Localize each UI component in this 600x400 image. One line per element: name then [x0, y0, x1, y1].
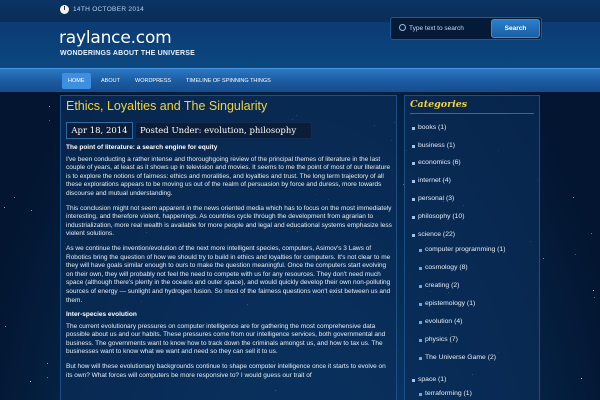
- nav-about[interactable]: ABOUT: [95, 73, 126, 89]
- star: [4, 207, 5, 208]
- post-paragraph: This conclusion might not seem apparent …: [66, 204, 392, 238]
- category-link-economics[interactable]: economics (6): [412, 159, 461, 166]
- star: [573, 197, 574, 198]
- date-display: 14TH OCTOBER 2014: [60, 5, 144, 14]
- nav-wordpress[interactable]: WORDPRESS: [129, 73, 177, 89]
- nav-timeline[interactable]: TIMELINE OF SPINNING THINGS: [180, 73, 277, 89]
- sidebar-divider: [410, 113, 534, 114]
- star: [575, 254, 576, 255]
- star: [49, 120, 50, 121]
- search-button[interactable]: Search: [491, 19, 540, 38]
- main-navigation: HOME ABOUT WORDPRESS TIMELINE OF SPINNIN…: [0, 68, 600, 92]
- post-date: Apr 18, 2014: [66, 122, 133, 139]
- star: [543, 258, 544, 259]
- post-categories[interactable]: Posted Under: evolution, philosophy: [135, 122, 312, 139]
- category-link-universe-game[interactable]: The Universe Game (2): [419, 354, 496, 361]
- site-title[interactable]: raylance.com: [59, 28, 172, 48]
- category-link-books[interactable]: books (1): [412, 124, 446, 131]
- star: [581, 378, 582, 379]
- post-title[interactable]: Ethics, Loyalties and The Singularity: [66, 99, 267, 113]
- search-icon: [399, 24, 406, 31]
- category-link-evolution[interactable]: evolution (4): [419, 318, 462, 325]
- category-link-space[interactable]: space (1): [412, 376, 446, 383]
- category-link-personal[interactable]: personal (3): [412, 195, 454, 202]
- current-date: 14TH OCTOBER 2014: [73, 6, 145, 13]
- star: [30, 381, 31, 382]
- category-link-epistemology[interactable]: epistemology (1): [419, 300, 475, 307]
- star: [49, 106, 50, 107]
- sidebar-title: Categories: [410, 99, 468, 110]
- post-paragraph: The current evolutionary pressures on co…: [66, 322, 386, 356]
- category-link-terraforming[interactable]: terraforming (1): [419, 390, 472, 397]
- post-paragraph: I've been conducting a rather intense an…: [66, 155, 391, 197]
- star: [47, 363, 48, 364]
- post-body: The point of literature: a search engine…: [66, 144, 392, 386]
- star: [593, 290, 594, 291]
- star: [31, 210, 32, 211]
- category-link-creating[interactable]: creating (2): [419, 282, 459, 289]
- star: [5, 326, 6, 327]
- nav-home[interactable]: HOME: [62, 73, 91, 89]
- post-paragraph: But how will these evolutionary backgrou…: [66, 363, 386, 379]
- star: [594, 297, 595, 298]
- category-link-physics[interactable]: physics (7): [419, 336, 458, 343]
- category-link-science[interactable]: science (22): [412, 231, 455, 238]
- post-paragraph: As we continue the invention/evolution o…: [66, 244, 391, 304]
- star: [591, 233, 592, 234]
- post-subheading: Inter-species evolution: [66, 311, 137, 319]
- search-input[interactable]: [409, 20, 489, 37]
- star: [14, 197, 15, 198]
- category-link-philosophy[interactable]: philosophy (10): [412, 213, 464, 220]
- category-link-internet[interactable]: internet (4): [412, 177, 451, 184]
- category-link-computer-programming[interactable]: computer programming (1): [419, 246, 505, 253]
- site-tagline: WONDERINGS ABOUT THE UNIVERSE: [60, 50, 196, 57]
- category-link-business[interactable]: business (1): [412, 142, 455, 149]
- star: [47, 377, 48, 378]
- post-subheading: The point of literature: a search engine…: [66, 144, 218, 151]
- category-link-cosmology[interactable]: cosmology (8): [419, 264, 468, 271]
- clock-icon: [60, 5, 69, 14]
